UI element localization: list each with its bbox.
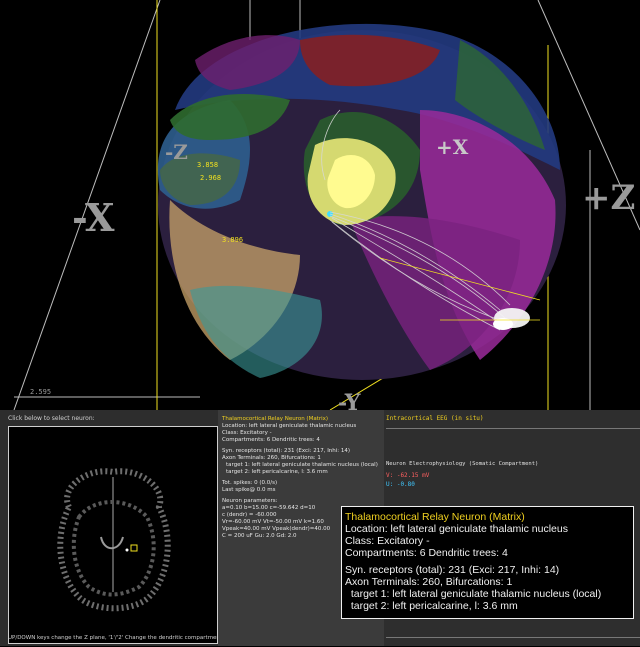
- axis-label-bottom-y: -Y: [338, 390, 361, 410]
- eeg-trace: [386, 428, 640, 429]
- tooltip-title: Thalamocortical Relay Neuron (Matrix): [345, 511, 525, 523]
- neuron-total-spikes: Tot. spikes: 0 (0.0/s): [222, 480, 278, 486]
- axis-label-minus-z: -Z: [165, 140, 188, 164]
- coord-label: 3.858: [197, 161, 219, 169]
- tooltip-class: Class: Excitatory -: [345, 535, 430, 547]
- ephys-trace: [386, 637, 640, 638]
- recovery-variable-readout: U: -0.80: [386, 481, 415, 488]
- membrane-voltage-readout: V: -62.15 mV: [386, 472, 430, 479]
- neuron-params-title: Neuron parameters:: [222, 498, 278, 504]
- axis-label-minus-x: -X: [72, 195, 115, 240]
- neuron-axon-terminals: Axon Terminals: 260, Bifurcations: 1: [222, 455, 321, 461]
- neuron-syn-receptors: Syn. receptors (total): 231 (Exci: 217, …: [222, 448, 351, 454]
- 3d-brain-viewport[interactable]: -X +X -Z +Z -Y 3.858 2.968 3.896 2.595: [0, 0, 640, 410]
- neuron-title: Thalamocortical Relay Neuron (Matrix): [222, 416, 329, 422]
- coronal-slice-image: [57, 468, 171, 612]
- coord-label: 3.896: [222, 236, 244, 244]
- neuron-select-panel: Click below to select neuron: UP/DOWN ke…: [0, 410, 232, 646]
- coord-label: 2.968: [200, 174, 222, 182]
- selected-neuron-marker: [130, 544, 138, 552]
- neuron-target-2: target 2: left pericalcarine, l: 3.6 mm: [226, 469, 328, 475]
- tooltip-compartments: Compartments: 6 Dendritic trees: 4: [345, 547, 508, 559]
- select-hint: Click below to select neuron:: [8, 415, 95, 422]
- tooltip-target-1: target 1: left lateral geniculate thalam…: [345, 588, 602, 600]
- axis-label-plus-x: +X: [436, 135, 469, 159]
- tooltip-axon-terminals: Axon Terminals: 260, Bifurcations: 1: [345, 576, 513, 588]
- coord-label: 2.595: [30, 388, 52, 396]
- tooltip-target-2: target 2: left pericalcarine, l: 3.6 mm: [345, 600, 518, 612]
- neuron-target-1: target 1: left lateral geniculate thalam…: [226, 462, 378, 468]
- neuron-tooltip: Thalamocortical Relay Neuron (Matrix) Lo…: [341, 506, 634, 619]
- neuron-last-spike: Last spike@ 0.0 ms: [222, 487, 276, 493]
- eeg-title: Intracortical EEG (in situ): [386, 415, 484, 422]
- neuron-compartments: Compartments: 6 Dendritic trees: 4: [222, 437, 320, 443]
- axis-label-plus-z: +Z: [582, 178, 636, 218]
- tooltip-location: Location: left lateral geniculate thalam…: [345, 523, 568, 535]
- neuron-class: Class: Excitatory -: [222, 430, 272, 436]
- ephys-title: Neuron Electrophysiology (Somatic Compar…: [386, 461, 539, 467]
- keyboard-hint: UP/DOWN keys change the Z plane, '1'/'2'…: [8, 635, 223, 641]
- brain-slice-selector[interactable]: [8, 426, 218, 644]
- neuron-location: Location: left lateral geniculate thalam…: [222, 423, 357, 429]
- tooltip-syn-receptors: Syn. receptors (total): 231 (Exci: 217, …: [345, 564, 560, 576]
